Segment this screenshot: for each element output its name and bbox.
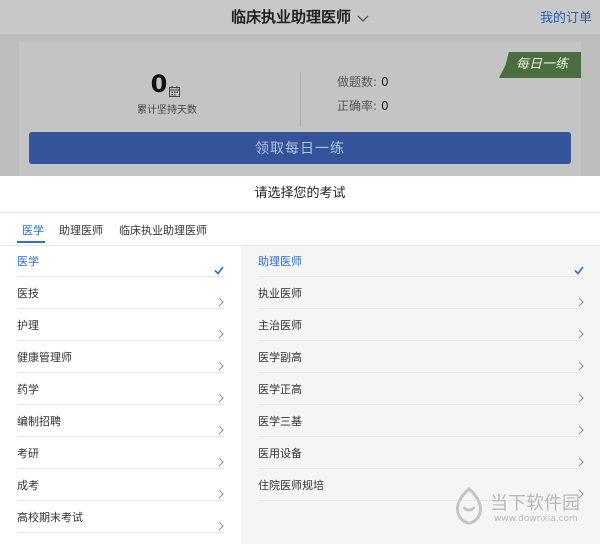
list-item[interactable]: 医学 [17, 246, 224, 277]
list-item[interactable]: 助理医师 [258, 246, 584, 277]
watermark-url: www.downxia.com [494, 514, 578, 524]
list-item-label: 住院医师规培 [258, 479, 324, 492]
list-item-label: 健康管理师 [17, 351, 72, 364]
list-item[interactable]: 医技 [17, 278, 224, 309]
list-item-label: 考研 [17, 447, 39, 460]
active-tab-indicator [17, 241, 45, 243]
list-item-label: 医学 [17, 255, 39, 268]
streak-label: 累计坚持天数 [137, 105, 197, 116]
chevron-right-icon [218, 512, 224, 543]
chevron-down-icon [357, 9, 369, 27]
list-item[interactable]: 考研 [17, 438, 224, 469]
accuracy-value: 0 [381, 99, 389, 113]
category-tabs: 医学 助理医师 临床执业助理医师 [0, 213, 600, 246]
list-item[interactable]: 医学副高 [258, 342, 584, 373]
list-item[interactable]: 护理 [17, 310, 224, 341]
tab-assistant-physician[interactable]: 助理医师 [59, 222, 103, 238]
daily-practice-ribbon: 每日一练 [499, 52, 581, 78]
list-item-label: 医学正高 [258, 383, 302, 396]
list-item[interactable]: 执业医师 [258, 278, 584, 309]
list-item[interactable]: 医学三基 [258, 406, 584, 437]
list-item[interactable]: 成考 [17, 470, 224, 501]
exam-title-dropdown[interactable]: 临床执业助理医师 [0, 6, 600, 27]
list-item-label: 医学三基 [258, 415, 302, 428]
list-item-label: 成考 [17, 479, 39, 492]
list-item-label: 药学 [17, 383, 39, 396]
list-item-label: 医学副高 [258, 351, 302, 364]
list-item-label: 医用设备 [258, 447, 302, 460]
list-item-label: 护理 [17, 319, 39, 332]
watermark-logo-icon [452, 486, 486, 529]
daily-practice-card: 0 累计坚持天数 做题数: 0 正确率: 0 每日一练 领取每日一练 [19, 42, 581, 176]
claim-daily-practice-button[interactable]: 领取每日一练 [29, 132, 571, 164]
done-count-label: 做题数: [337, 75, 378, 89]
list-item-label: 高校期末考试 [17, 511, 83, 524]
accuracy-stat: 正确率: 0 [337, 97, 389, 114]
list-item-label: 医技 [17, 287, 39, 300]
category-list: 医学 医技 护理 健康管理师 药学 编制招聘 考研 成考 高校期末考试 [0, 246, 241, 544]
list-item[interactable]: 健康管理师 [17, 342, 224, 373]
list-item[interactable]: 编制招聘 [17, 406, 224, 437]
list-item-label: 助理医师 [258, 255, 302, 268]
sheet-title: 请选择您的考试 [0, 176, 600, 213]
top-header: 临床执业助理医师 我的订单 [0, 0, 600, 34]
list-item-label: 编制招聘 [17, 415, 61, 428]
accuracy-label: 正确率: [337, 99, 378, 113]
calendar-icon[interactable] [169, 82, 180, 101]
watermark-name: 当下软件园 [490, 493, 580, 514]
list-item[interactable]: 主治医师 [258, 310, 584, 341]
daily-practice-area: 临床执业助理医师 我的订单 0 累计坚持天数 做题数: 0 正确率: 0 每日一… [0, 0, 600, 176]
list-item[interactable]: 药学 [17, 374, 224, 405]
tab-medicine[interactable]: 医学 [22, 222, 44, 238]
done-count-stat: 做题数: 0 [337, 73, 389, 90]
page-title: 临床执业助理医师 [230, 8, 351, 26]
list-item[interactable]: 医用设备 [258, 438, 584, 469]
list-item-label: 执业医师 [258, 287, 302, 300]
list-item[interactable]: 医学正高 [258, 374, 584, 405]
my-orders-link[interactable]: 我的订单 [540, 7, 592, 26]
tab-clinical-assistant-physician[interactable]: 临床执业助理医师 [119, 222, 207, 238]
list-item-label: 主治医师 [258, 319, 302, 332]
done-count-value: 0 [381, 75, 389, 89]
streak-count: 0 [150, 70, 168, 98]
list-item[interactable]: 高校期末考试 [17, 502, 224, 533]
stats-divider [300, 72, 301, 127]
